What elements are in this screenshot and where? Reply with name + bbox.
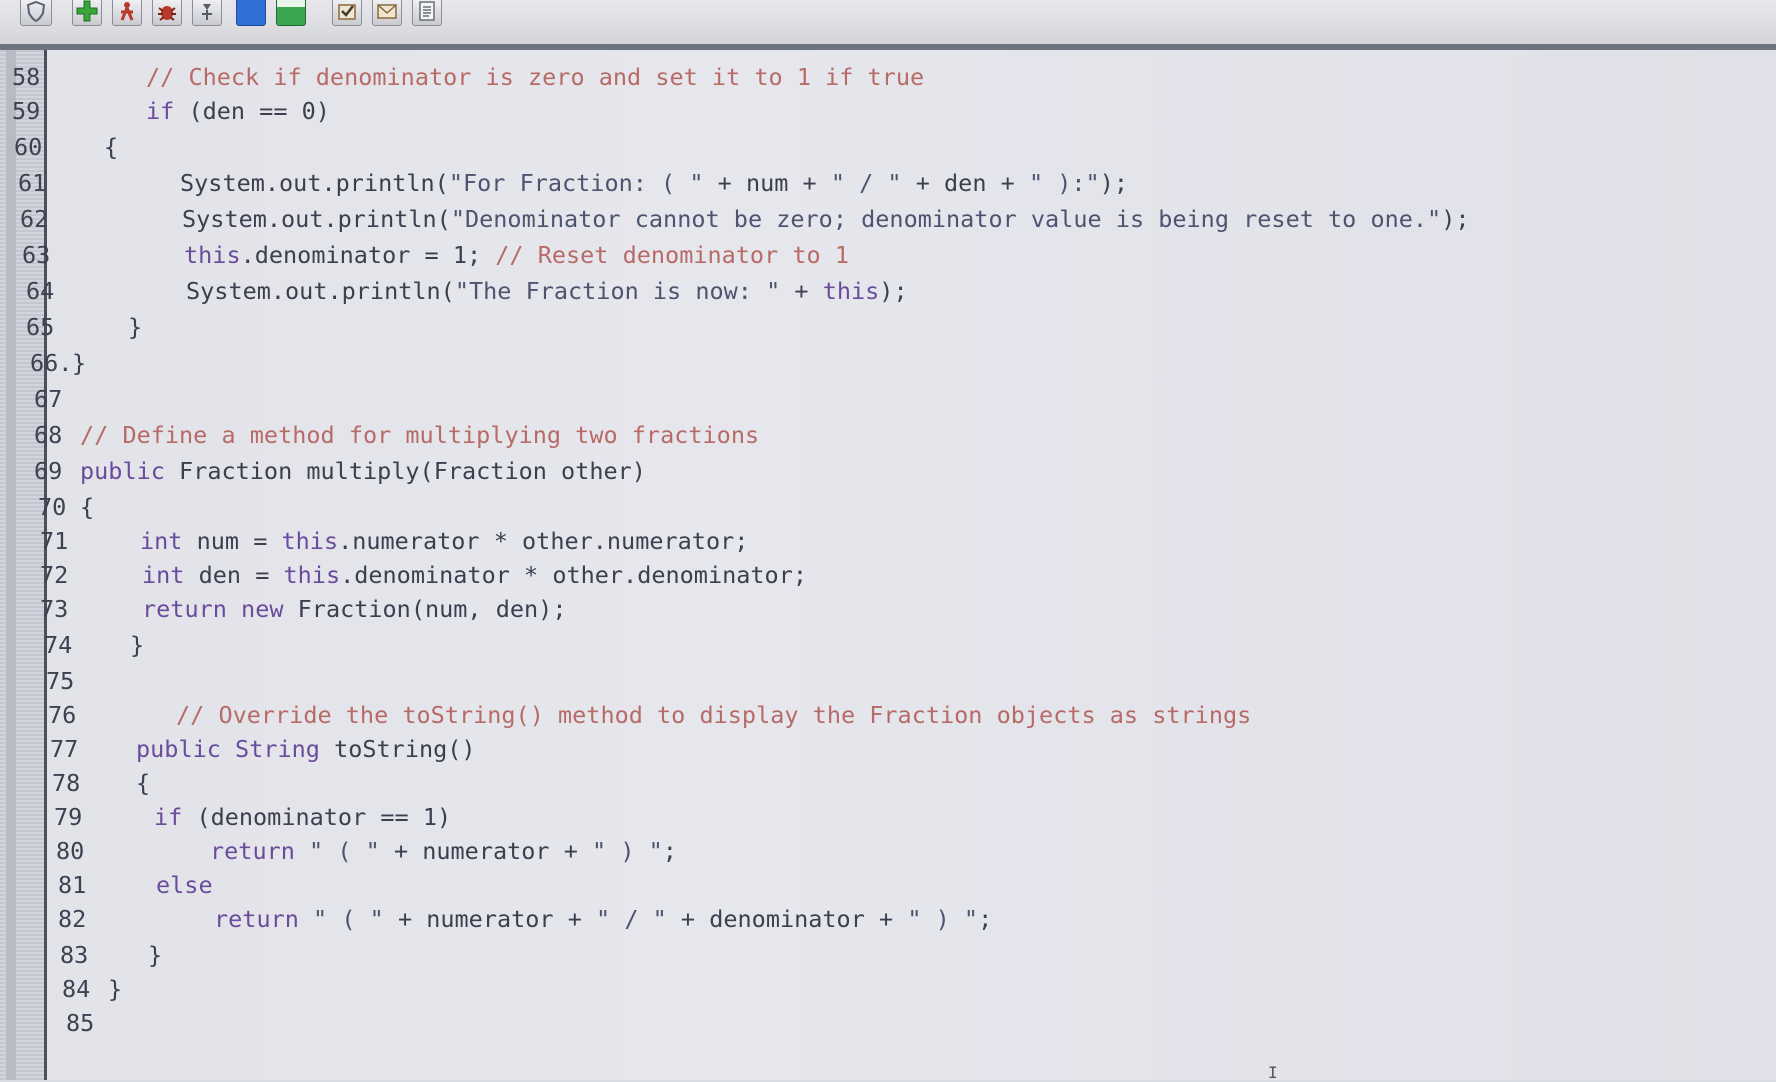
- code-line[interactable]: 58 // Check if denominator is zero and se…: [0, 62, 1776, 92]
- code-line[interactable]: 79 if (denominator == 1): [0, 802, 1776, 832]
- line-number: 67: [34, 385, 63, 413]
- code-line[interactable]: 67: [0, 384, 1776, 414]
- code-line[interactable]: 75: [0, 666, 1776, 696]
- line-number: 85: [66, 1009, 95, 1037]
- run-icon[interactable]: [112, 0, 142, 26]
- line-number: 82: [58, 905, 87, 933]
- code-text[interactable]: }: [72, 348, 86, 378]
- code-line[interactable]: 64 System.out.println("The Fraction is no…: [0, 276, 1776, 306]
- line-number: 79: [54, 803, 83, 831]
- document-icon[interactable]: [412, 0, 442, 26]
- code-text[interactable]: else: [156, 870, 213, 900]
- code-line[interactable]: 59 if (den == 0): [0, 96, 1776, 126]
- line-number: 84: [62, 975, 91, 1003]
- line-number: 83: [60, 941, 89, 969]
- blue-square-icon[interactable]: [236, 0, 266, 26]
- line-number: 66.: [30, 349, 73, 377]
- line-number: 65: [26, 313, 55, 341]
- code-text[interactable]: public String toString(): [136, 734, 476, 764]
- line-number: 73: [40, 595, 69, 623]
- code-line[interactable]: 71 int num = this.numerator * other.numer…: [0, 526, 1776, 556]
- code-text[interactable]: }: [128, 312, 142, 342]
- line-number: 77: [50, 735, 79, 763]
- line-number: 80: [56, 837, 85, 865]
- line-number: 63: [22, 241, 51, 269]
- add-icon[interactable]: [72, 0, 102, 26]
- line-number: 71: [40, 527, 69, 555]
- line-number: 64: [26, 277, 55, 305]
- code-text[interactable]: }: [108, 974, 122, 1004]
- line-number: 58: [12, 63, 41, 91]
- code-text[interactable]: public Fraction multiply(Fraction other): [80, 456, 646, 486]
- code-line[interactable]: 66.}: [0, 348, 1776, 378]
- code-text[interactable]: {: [136, 768, 150, 798]
- code-line[interactable]: 84}: [0, 974, 1776, 1004]
- code-text[interactable]: int den = this.denominator * other.denom…: [142, 560, 807, 590]
- code-text[interactable]: if (den == 0): [146, 96, 330, 126]
- line-number: 74: [44, 631, 73, 659]
- code-line[interactable]: 83}: [0, 940, 1776, 970]
- code-text[interactable]: System.out.println("For Fraction: ( " + …: [180, 168, 1128, 198]
- code-line[interactable]: 63 this.denominator = 1; // Reset denomin…: [0, 240, 1776, 270]
- code-line[interactable]: 68 // Define a method for multiplying two…: [0, 420, 1776, 450]
- code-line[interactable]: 69 public Fraction multiply(Fraction othe…: [0, 456, 1776, 486]
- code-text[interactable]: // Define a method for multiplying two f…: [80, 420, 759, 450]
- code-line[interactable]: 85: [0, 1008, 1776, 1038]
- line-number: 72: [40, 561, 69, 589]
- line-number: 59: [12, 97, 41, 125]
- line-number: 61: [18, 169, 47, 197]
- code-text[interactable]: if (denominator == 1): [154, 802, 451, 832]
- line-number: 69: [34, 457, 63, 485]
- code-text[interactable]: {: [80, 492, 94, 522]
- code-text[interactable]: System.out.println("Denominator cannot b…: [182, 204, 1470, 234]
- check-task-icon[interactable]: [332, 0, 362, 26]
- code-line[interactable]: 76 // Override the toString() method to d…: [0, 700, 1776, 730]
- code-line[interactable]: 73 return new Fraction(num, den);: [0, 594, 1776, 624]
- line-number: 62: [20, 205, 49, 233]
- shield-icon[interactable]: [20, 0, 52, 26]
- step-icon[interactable]: [192, 0, 222, 26]
- code-line[interactable]: 81 else: [0, 870, 1776, 900]
- line-number: 60: [14, 133, 43, 161]
- code-line[interactable]: 78 {: [0, 768, 1776, 798]
- code-text[interactable]: return " ( " + numerator + " / " + denom…: [214, 904, 992, 934]
- code-text[interactable]: // Check if denominator is zero and set …: [146, 62, 924, 92]
- code-line[interactable]: 80 return " ( " + numerator + " ) ";: [0, 836, 1776, 866]
- line-number: 68: [34, 421, 63, 449]
- mail-icon[interactable]: [372, 0, 402, 26]
- code-line[interactable]: 74}: [0, 630, 1776, 660]
- code-text[interactable]: }: [130, 630, 144, 660]
- code-text[interactable]: int num = this.numerator * other.numerat…: [140, 526, 748, 556]
- code-text[interactable]: // Override the toString() method to dis…: [176, 700, 1251, 730]
- code-line[interactable]: 70 {: [0, 492, 1776, 522]
- text-cursor-icon: I: [1268, 1063, 1278, 1082]
- code-line[interactable]: 61 System.out.println("For Fraction: ( " …: [0, 168, 1776, 198]
- line-number: 76: [48, 701, 77, 729]
- debug-bug-icon[interactable]: [152, 0, 182, 26]
- line-number: 81: [58, 871, 87, 899]
- toolbar: [0, 0, 1776, 50]
- code-text[interactable]: }: [148, 940, 162, 970]
- code-line[interactable]: 72 int den = this.denominator * other.den…: [0, 560, 1776, 590]
- code-line[interactable]: 82 return " ( " + numerator + " / " + den…: [0, 904, 1776, 934]
- line-number: 75: [46, 667, 75, 695]
- code-line[interactable]: 62 System.out.println("Denominator cannot…: [0, 204, 1776, 234]
- code-line[interactable]: 65}: [0, 312, 1776, 342]
- code-line[interactable]: 77 public String toString(): [0, 734, 1776, 764]
- code-text[interactable]: return new Fraction(num, den);: [142, 594, 566, 624]
- code-text[interactable]: {: [104, 132, 118, 162]
- code-text[interactable]: System.out.println("The Fraction is now:…: [186, 276, 908, 306]
- code-line[interactable]: 60 {: [0, 132, 1776, 162]
- code-text[interactable]: return " ( " + numerator + " ) ";: [210, 836, 677, 866]
- green-square-icon[interactable]: [276, 0, 306, 26]
- line-number: 78: [52, 769, 81, 797]
- code-text[interactable]: this.denominator = 1; // Reset denominat…: [184, 240, 849, 270]
- line-number: 70: [38, 493, 67, 521]
